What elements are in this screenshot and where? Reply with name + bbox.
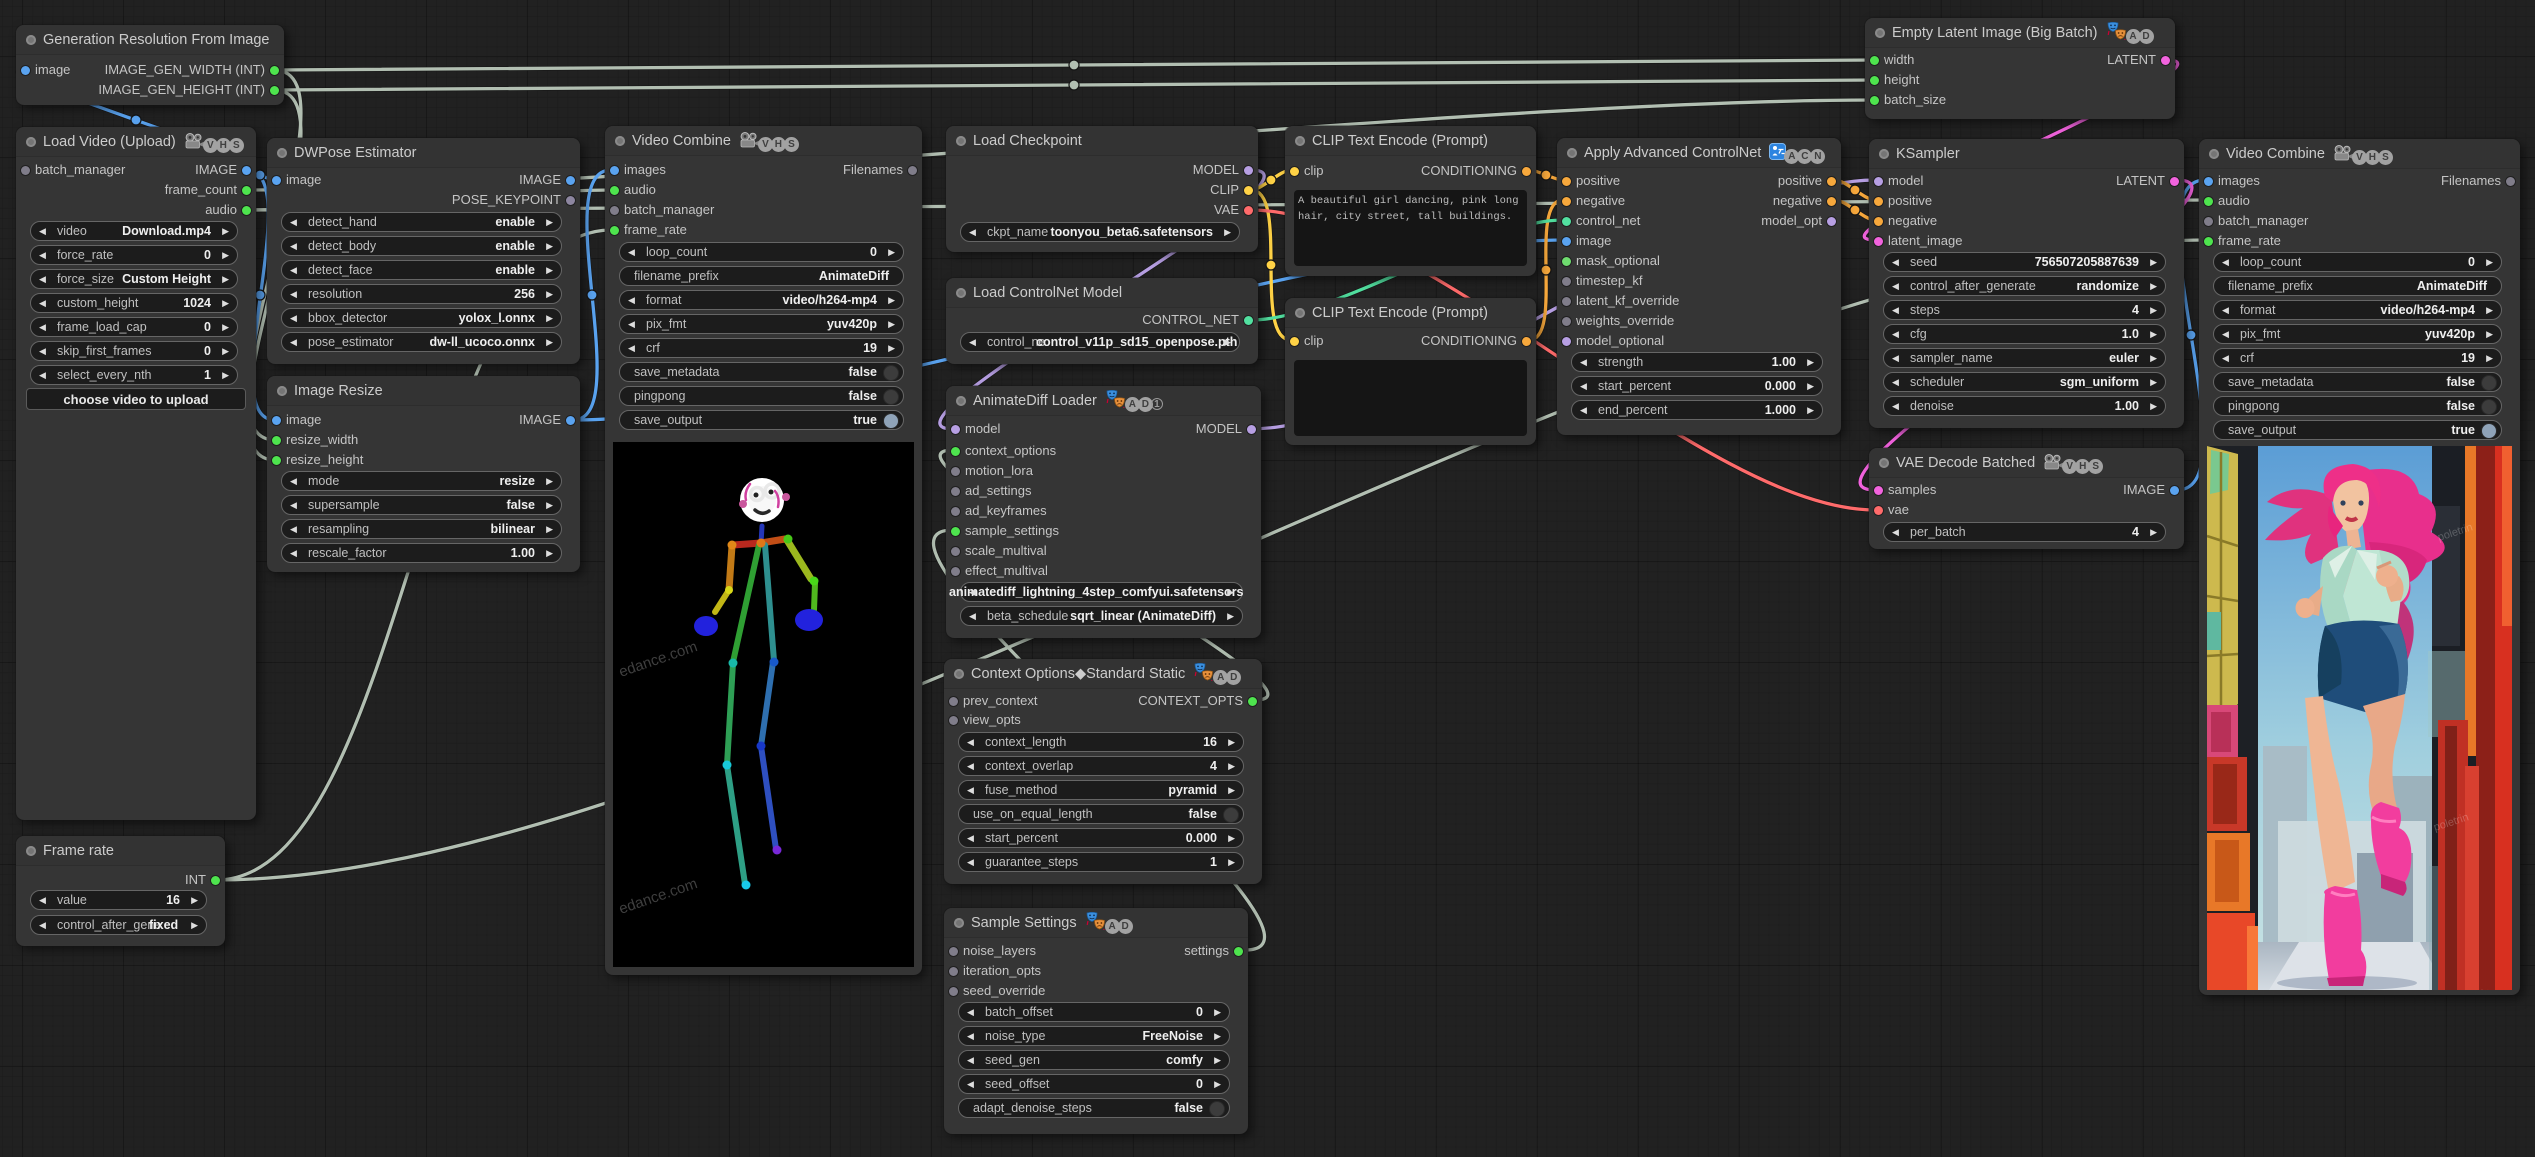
svg-text:edance.com: edance.com (617, 875, 700, 918)
svg-text:edance.com: edance.com (617, 638, 700, 681)
